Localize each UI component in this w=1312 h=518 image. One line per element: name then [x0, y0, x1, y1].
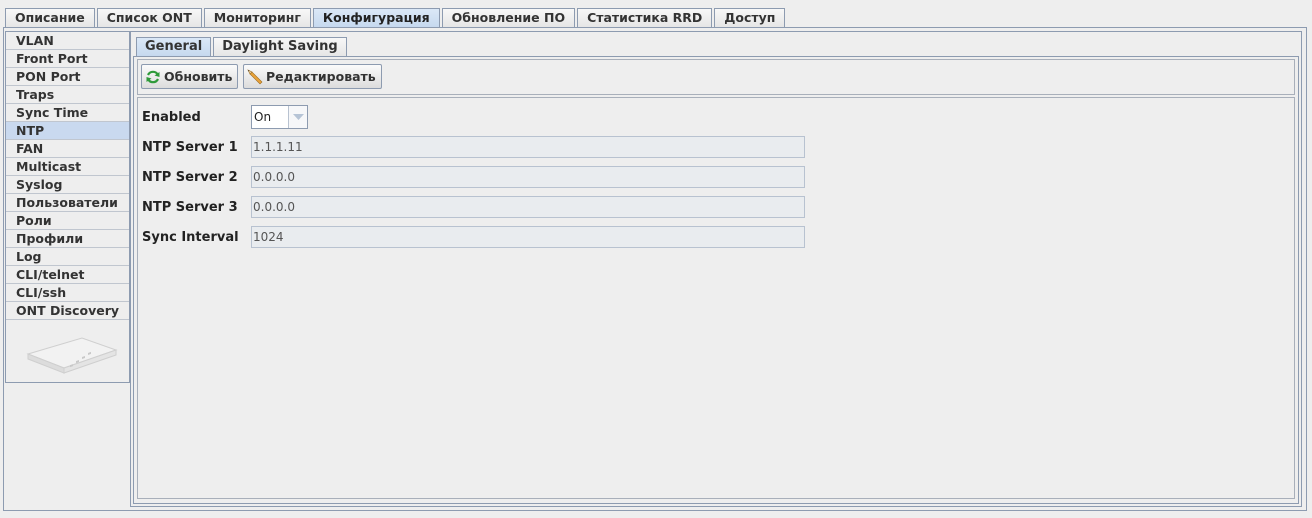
sidebar-item-multicast[interactable]: Multicast [6, 158, 129, 176]
tab-firmware-update[interactable]: Обновление ПО [441, 8, 576, 27]
enabled-select-value: On [252, 106, 289, 128]
tab-general[interactable]: General [136, 37, 212, 56]
sidebar-item-front-port[interactable]: Front Port [6, 50, 129, 68]
sidebar-item-users[interactable]: Пользователи [6, 194, 129, 212]
ntp-server-3-field[interactable]: 0.0.0.0 [251, 196, 805, 218]
tab-rrd-statistics[interactable]: Статистика RRD [577, 8, 713, 27]
sidebar-item-sync-time[interactable]: Sync Time [6, 104, 129, 122]
chevron-down-icon[interactable] [289, 106, 307, 128]
ntp-content-panel: General Daylight Saving Обновить Редакти… [130, 31, 1302, 507]
sidebar-item-roles[interactable]: Роли [6, 212, 129, 230]
sub-tab-bar: General Daylight Saving [136, 37, 349, 56]
edit-label: Редактировать [266, 69, 376, 84]
enabled-label: Enabled [142, 110, 201, 125]
olt-device-image [26, 337, 118, 374]
sidebar-item-traps[interactable]: Traps [6, 86, 129, 104]
ntp-server-1-label: NTP Server 1 [142, 140, 238, 155]
sidebar-item-vlan[interactable]: VLAN [6, 32, 129, 50]
tab-ont-list[interactable]: Список ONT [96, 8, 202, 27]
ntp-server-2-field[interactable]: 0.0.0.0 [251, 166, 805, 188]
refresh-icon [146, 70, 160, 83]
ntp-server-2-label: NTP Server 2 [142, 170, 238, 185]
sync-interval-label: Sync Interval [142, 230, 239, 245]
pencil-icon [247, 68, 263, 84]
tab-configuration[interactable]: Конфигурация [312, 8, 440, 27]
ntp-server-3-label: NTP Server 3 [142, 200, 238, 215]
sidebar-item-log[interactable]: Log [6, 248, 129, 266]
general-panel: Обновить Редактировать Enabled On NTP Se… [133, 56, 1299, 504]
config-sidebar: VLAN Front Port PON Port Traps Sync Time… [5, 31, 130, 383]
ntp-form: Enabled On NTP Server 1 1.1.1.11 NTP Ser… [137, 97, 1295, 499]
ntp-server-1-field[interactable]: 1.1.1.11 [251, 136, 805, 158]
toolbar: Обновить Редактировать [137, 59, 1295, 95]
sidebar-item-fan[interactable]: FAN [6, 140, 129, 158]
sidebar-item-syslog[interactable]: Syslog [6, 176, 129, 194]
sidebar-item-ntp[interactable]: NTP [6, 122, 129, 140]
sidebar-item-ont-discovery[interactable]: ONT Discovery [6, 302, 129, 320]
sidebar-item-pon-port[interactable]: PON Port [6, 68, 129, 86]
sidebar-item-cli-ssh[interactable]: CLI/ssh [6, 284, 129, 302]
edit-button[interactable]: Редактировать [243, 64, 382, 89]
sync-interval-field[interactable]: 1024 [251, 226, 805, 248]
tab-monitoring[interactable]: Мониторинг [203, 8, 311, 27]
tab-description[interactable]: Описание [5, 8, 95, 27]
top-tab-bar: Описание Список ONT Мониторинг Конфигура… [5, 8, 787, 27]
enabled-select[interactable]: On [251, 105, 308, 129]
refresh-button[interactable]: Обновить [141, 64, 239, 89]
sidebar-item-profiles[interactable]: Профили [6, 230, 129, 248]
tab-daylight-saving[interactable]: Daylight Saving [213, 37, 347, 56]
sidebar-item-cli-telnet[interactable]: CLI/telnet [6, 266, 129, 284]
tab-access[interactable]: Доступ [714, 8, 786, 27]
refresh-label: Обновить [164, 69, 233, 84]
